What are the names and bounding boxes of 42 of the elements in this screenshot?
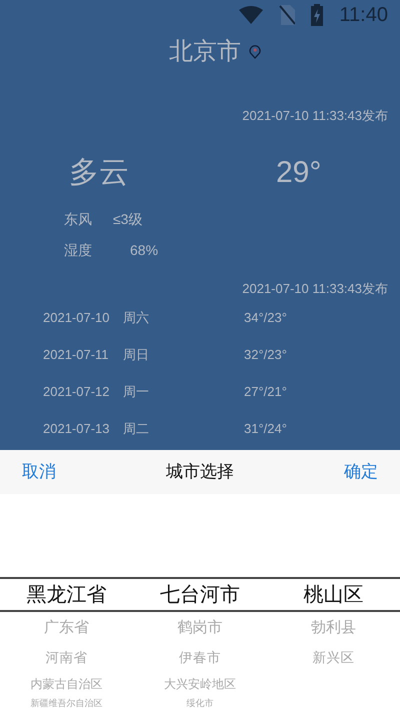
weather-condition: 多云 <box>69 156 129 188</box>
picker-option[interactable]: 新疆维吾尔自治区 <box>30 696 103 710</box>
forecast-date: 2021-07-11 <box>43 346 110 364</box>
humidity-label: 湿度 <box>64 240 93 260</box>
picker-option[interactable]: 河南省 <box>46 643 88 672</box>
cancel-button[interactable]: 取消 <box>0 459 78 485</box>
picker-option[interactable]: 新兴区 <box>312 643 354 672</box>
confirm-button[interactable]: 确定 <box>322 459 400 485</box>
picker-option[interactable]: 勃利县 <box>310 612 356 643</box>
wind-level: ≤3级 <box>113 210 142 228</box>
forecast-weekday: 周日 <box>123 346 150 364</box>
battery-charging-icon <box>311 4 324 26</box>
wind-direction: 东风 <box>64 210 93 228</box>
picker-option[interactable]: 绥化市 <box>186 696 214 710</box>
picker-option[interactable]: 内蒙古自治区 <box>30 672 103 696</box>
forecast-weekday: 周二 <box>123 420 150 438</box>
forecast-date: 2021-07-10 <box>43 309 110 327</box>
picker-option[interactable]: 黑龙江省 <box>26 577 107 612</box>
wifi-icon <box>239 6 264 24</box>
humidity-value: 68% <box>130 240 158 260</box>
picker-option[interactable]: 桃山区 <box>303 577 364 612</box>
forecast-temperature: 34°/23° <box>244 309 287 327</box>
picker-option[interactable]: 七台河市 <box>160 577 240 612</box>
picker-option[interactable]: 大兴安岭地区 <box>164 672 236 696</box>
forecast-temperature: 32°/23° <box>244 346 287 364</box>
publish-time: 2021-07-10 11:33:43发布 <box>242 280 388 298</box>
picker-option[interactable]: 鹤岗市 <box>177 612 222 643</box>
no-sim-icon <box>279 5 296 25</box>
forecast-weekday: 周一 <box>123 383 150 401</box>
city-name[interactable]: 北京市 <box>169 34 241 70</box>
temperature: 29° <box>276 156 322 188</box>
forecast-weekday: 周六 <box>123 309 150 327</box>
forecast-date: 2021-07-13 <box>43 420 110 438</box>
picker-title: 城市选择 <box>166 461 234 484</box>
location-pin-icon[interactable] <box>249 45 261 59</box>
forecast-temperature: 31°/24° <box>244 420 287 438</box>
picker-option[interactable]: 广东省 <box>44 612 90 643</box>
forecast-date: 2021-07-12 <box>43 383 110 401</box>
picker-option[interactable]: 伊春市 <box>178 643 221 672</box>
status-time: 11:40 <box>339 3 388 28</box>
publish-time: 2021-07-10 11:33:43发布 <box>242 107 388 125</box>
forecast-temperature: 27°/21° <box>244 383 287 401</box>
